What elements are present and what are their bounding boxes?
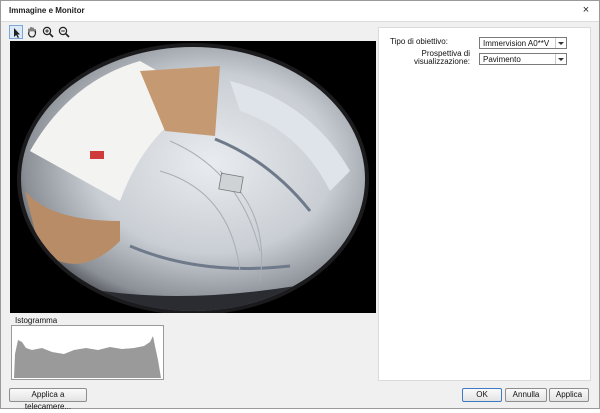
lens-type-value: Immervision A0**V [483,39,550,48]
view-perspective-value: Pavimento [483,55,521,64]
zoom-in-tool-button[interactable] [41,25,55,39]
pan-tool-button[interactable] [25,25,39,39]
view-perspective-label: Prospettiva di visualizzazione: [413,49,470,66]
histogram-fill [14,336,161,378]
pointer-tool-button[interactable] [9,25,23,39]
histogram-label: Istogramma [15,316,58,325]
zoom-out-icon [58,26,70,38]
chevron-down-icon [555,38,566,48]
ok-button[interactable]: OK [462,388,502,402]
zoom-in-icon [42,26,54,38]
cancel-button[interactable]: Annulla [505,388,547,402]
dialog-window: Immagine e Monitor × Istogramma Tipo di … [0,0,600,411]
histogram-panel [11,325,164,380]
title-bar: Immagine e Monitor × [1,1,599,22]
chevron-down-icon [555,54,566,64]
apply-button[interactable]: Applica [549,388,589,402]
fisheye-camera-view[interactable] [10,41,376,313]
close-icon[interactable]: × [579,3,593,17]
view-perspective-dropdown[interactable]: Pavimento [479,53,567,65]
settings-panel: Tipo di obiettivo: Immervision A0**V Pro… [378,27,591,381]
histogram-graph [14,336,161,378]
lens-type-dropdown[interactable]: Immervision A0**V [479,37,567,49]
pointer-icon [14,28,20,38]
lens-type-label: Tipo di obiettivo: [390,37,448,46]
fisheye-image [10,41,376,313]
hand-icon [27,26,37,38]
apply-to-cameras-button[interactable]: Applica a telecamere... [9,388,87,411]
zoom-out-tool-button[interactable] [57,25,71,39]
dialog-title: Immagine e Monitor [9,6,85,15]
